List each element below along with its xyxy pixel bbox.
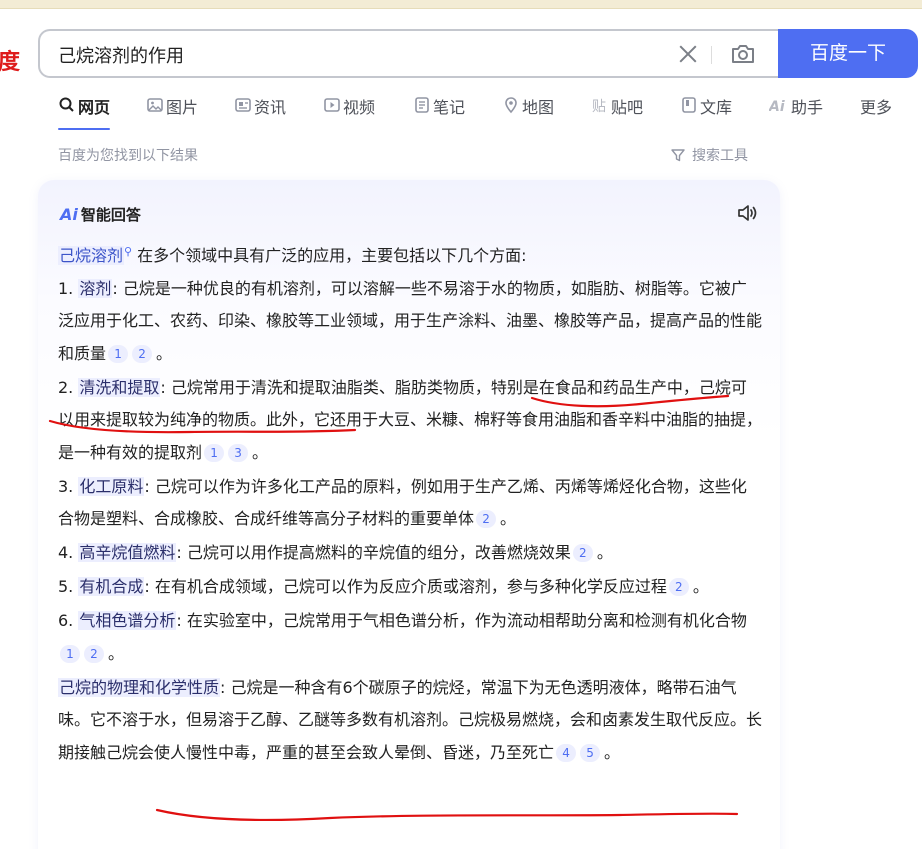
list-item: 6. 气相色谱分析: 在实验室中，己烷常用于气相色谱分析，作为流动相帮助分离和检…: [58, 605, 762, 670]
item-text: : 己烷可以作为许多化工产品的原料，例如用于生产乙烯、丙烯等烯烃化合物，这些化合…: [58, 476, 747, 529]
tab-video[interactable]: 视频: [323, 94, 375, 130]
ai-logo-icon: Ai: [60, 205, 78, 224]
tab-label: 文库: [700, 98, 733, 117]
citation-badge[interactable]: 5: [580, 743, 601, 762]
tab-web[interactable]: 网页: [58, 94, 111, 130]
tab-news[interactable]: 资讯: [234, 94, 286, 130]
item-end: 。: [252, 442, 269, 462]
paragraph-text: 在多个领域中具有广泛的应用，主要包括以下几个方面:: [132, 246, 527, 265]
tab-label: 网页: [78, 98, 111, 117]
clear-icon[interactable]: [676, 42, 700, 66]
camera-icon[interactable]: [730, 42, 756, 66]
citation-badge[interactable]: 3: [228, 443, 249, 462]
citation-badge[interactable]: 2: [84, 644, 104, 663]
baidu-logo-fragment[interactable]: 度: [0, 44, 20, 76]
item-end: 。: [692, 577, 709, 596]
item-text: : 己烷可以用作提高燃料的辛烷值的组分，改善燃烧效果: [176, 543, 571, 562]
video-icon: [323, 96, 341, 114]
note-icon: [413, 96, 431, 114]
item-term[interactable]: 高辛烷值燃料: [78, 543, 177, 562]
item-text: : 己烷常用于清洗和提取油脂类、脂肪类物质，特别是在食品和药品生产中，己烷可以用…: [58, 377, 763, 462]
tab-label: 地图: [522, 98, 555, 117]
tab-assistant[interactable]: Ai 助手: [768, 94, 824, 130]
item-end: 。: [108, 643, 125, 663]
top-strip: [0, 0, 922, 9]
item-term[interactable]: 溶剂: [78, 278, 113, 298]
item-number: 3.: [58, 476, 79, 496]
item-text: : 在有机合成领域，己烷可以作为反应介质或溶剂，参与多种化学反应过程: [144, 577, 667, 596]
tieba-icon: 贴: [591, 96, 609, 115]
intro-paragraph: 己烷溶剂⚲ 在多个领域中具有广泛的应用，主要包括以下几个方面:: [58, 236, 762, 273]
map-icon: [502, 96, 520, 114]
search-icon: [58, 96, 76, 114]
item-term[interactable]: 气相色谱分析: [78, 611, 177, 630]
citation-badge[interactable]: 1: [108, 344, 129, 363]
item-number: 5.: [58, 577, 79, 596]
tab-tieba[interactable]: 贴 贴吧: [591, 94, 643, 130]
library-icon: [680, 96, 698, 114]
term-link[interactable]: 己烷溶剂: [58, 246, 125, 265]
search-box[interactable]: [38, 29, 780, 78]
tab-label: 助手: [791, 98, 824, 117]
item-end: 。: [596, 543, 613, 562]
citation-badge[interactable]: 2: [476, 510, 497, 528]
tab-label: 笔记: [433, 98, 466, 117]
ai-answer-body: 己烷溶剂⚲ 在多个领域中具有广泛的应用，主要包括以下几个方面: 1. 溶剂: 己…: [58, 236, 762, 769]
tab-more[interactable]: 更多: [860, 94, 892, 130]
tab-label: 更多: [860, 98, 893, 117]
citation-badge[interactable]: 2: [668, 578, 689, 596]
filter-icon: [671, 149, 685, 162]
ai-card-header: Ai 智能回答: [60, 204, 141, 225]
tab-label: 贴吧: [611, 98, 644, 117]
tab-library[interactable]: 文库: [680, 94, 732, 130]
search-input[interactable]: [58, 44, 658, 65]
speaker-icon[interactable]: [736, 202, 758, 224]
ai-answer-card: Ai 智能回答 己烷溶剂⚲ 在多个领域中具有广泛的应用，主要包括以下几个方面: …: [38, 180, 780, 849]
item-end: 。: [156, 343, 173, 363]
search-mini-icon: ⚲: [124, 245, 133, 258]
item-number: 2.: [58, 377, 79, 397]
news-icon: [234, 96, 252, 114]
item-text: : 在实验室中，己烷常用于气相色谱分析，作为流动相帮助分离和检测有机化合物: [176, 611, 747, 630]
search-tools-label: 搜索工具: [692, 148, 748, 164]
tab-label: 资讯: [254, 98, 287, 117]
list-item: 5. 有机合成: 在有机合成领域，己烷可以作为反应介质或溶剂，参与多种化学反应过…: [58, 571, 762, 604]
tab-notes[interactable]: 笔记: [413, 94, 465, 130]
item-end: 。: [500, 509, 517, 528]
list-item: 2. 清洗和提取: 己烷常用于清洗和提取油脂类、脂肪类物质，特别是在食品和药品生…: [58, 372, 762, 470]
item-term[interactable]: 有机合成: [78, 577, 145, 596]
tab-images[interactable]: 图片: [146, 94, 198, 130]
citation-badge[interactable]: 1: [204, 443, 225, 462]
tab-map[interactable]: 地图: [502, 94, 554, 130]
citation-badge[interactable]: 2: [132, 344, 153, 363]
properties-paragraph: 己烷的物理和化学性质: 己烷是一种含有6个碳原子的烷烃，常温下为无色透明液体，略…: [58, 672, 762, 770]
tab-label: 视频: [343, 98, 376, 117]
item-term[interactable]: 清洗和提取: [78, 377, 161, 397]
search-tools-button[interactable]: 搜索工具: [670, 145, 748, 165]
ai-icon: Ai: [768, 96, 789, 115]
citation-badge[interactable]: 1: [60, 644, 80, 663]
list-item: 3. 化工原料: 己烷可以作为许多化工产品的原料，例如用于生产乙烯、丙烯等烯烃化…: [58, 471, 762, 536]
item-term[interactable]: 化工原料: [78, 476, 145, 496]
ai-card-title: 智能回答: [80, 206, 141, 224]
image-icon: [146, 96, 164, 114]
svg-text:Ai: Ai: [769, 99, 785, 114]
citation-badge[interactable]: 4: [556, 743, 577, 762]
item-number: 1.: [58, 278, 79, 298]
tab-label: 图片: [166, 98, 199, 117]
svg-text:贴: 贴: [592, 99, 606, 114]
citation-badge[interactable]: 2: [572, 544, 593, 562]
list-item: 1. 溶剂: 己烷是一种优良的有机溶剂，可以溶解一些不易溶于水的物质，如脂肪、树…: [58, 273, 762, 371]
search-divider: [711, 46, 712, 64]
properties-term[interactable]: 己烷的物理和化学性质: [58, 677, 221, 697]
search-button[interactable]: 百度一下: [778, 29, 918, 78]
item-number: 4.: [58, 543, 79, 562]
result-count: 百度为您找到以下结果: [58, 148, 198, 164]
item-number: 6.: [58, 611, 79, 630]
item-end: 。: [604, 742, 621, 762]
list-item: 4. 高辛烷值燃料: 己烷可以用作提高燃料的辛烷值的组分，改善燃烧效果 2。: [58, 537, 762, 570]
